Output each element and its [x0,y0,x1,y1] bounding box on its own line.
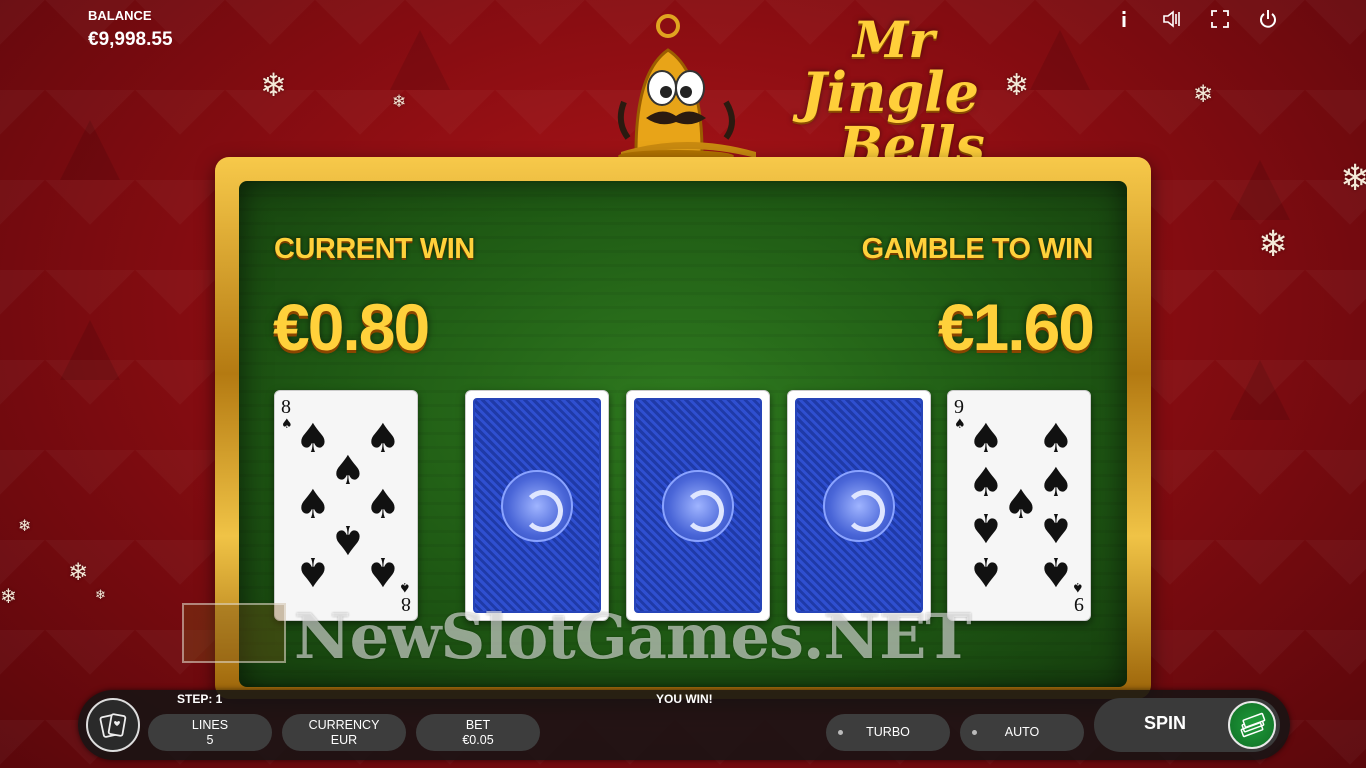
info-icon[interactable] [1110,7,1138,31]
toggle-indicator [838,730,843,735]
spade-icon: ♠ [330,448,366,494]
power-icon[interactable] [1254,7,1282,31]
current-win-label: CURRENT WIN [274,233,475,265]
card-back-pattern [795,398,923,613]
spade-icon: ♠ [1072,579,1084,594]
snowflake-icon: ❄ [18,516,32,535]
pick-card[interactable] [465,390,609,621]
bet-selector[interactable]: BET €0.05 [416,714,540,751]
balance-label: BALANCE [88,8,152,23]
snowflake-icon: ❄ [0,584,17,608]
turbo-toggle[interactable]: TURBO [826,714,950,751]
watermark-text: NewSlotGames.NET [182,600,1182,673]
status-message: YOU WIN! [656,692,713,706]
card-emblem-icon [501,469,573,542]
tree-decoration [1230,160,1290,220]
card-rank: 8 [281,396,291,418]
turbo-label: TURBO [866,725,910,739]
pick-card[interactable] [626,390,770,621]
card-emblem-icon [662,469,734,542]
spade-icon: ♠ [968,548,1004,594]
lines-selector[interactable]: LINES 5 [148,714,272,751]
spade-icon: ♠ [295,416,331,462]
lines-label: LINES [191,717,229,732]
auto-button[interactable]: AUTO [960,714,1084,751]
pick-card[interactable] [787,390,931,621]
card-back-pattern [634,398,762,613]
cash-stack-icon [1228,701,1276,749]
auto-label: AUTO [1004,725,1040,739]
cards-icon [99,713,127,738]
card-back-pattern [473,398,601,613]
spade-icon: ♠ [365,416,401,462]
watermark-label: NewSlotGames.NET [294,600,972,673]
snowflake-icon: ❄ [1004,68,1030,103]
dealer-card: 8 ♠ ♠ ♠ ♠ ♠ ♠ ♠ ♠ ♠ ♠ 8 [274,390,418,621]
sound-icon[interactable] [1158,7,1186,31]
snowflake-icon: ❄ [392,92,407,112]
gamble-cards-button[interactable] [86,698,140,752]
bet-label: BET [465,717,491,732]
tree-decoration [60,120,120,180]
spade-icon: ♠ [1038,504,1074,550]
top-toolbar [1110,7,1282,31]
spade-icon: ♠ [1038,548,1074,594]
spade-icon: ♠ [295,548,331,594]
spade-icon: ♠ [1038,416,1074,462]
fullscreen-icon[interactable] [1206,7,1234,31]
gamble-to-win-value: €1.60 [937,290,1095,364]
game-logo: Mr Jingle Bells [795,10,995,180]
tree-decoration [60,320,120,380]
spade-icon: ♠ [365,548,401,594]
spade-icon: ♠ [968,504,1004,550]
spade-icon: ♠ [1003,482,1039,528]
tree-decoration [1030,30,1090,90]
currency-label: CURRENCY [308,717,380,732]
spade-icon: ♠ [968,416,1004,462]
snowflake-icon: ❄ [260,66,287,104]
spade-icon: ♠ [295,482,331,528]
snowflake-icon: ❄ [68,558,89,586]
bet-value: €0.05 [462,732,494,747]
spade-icon: ♠ [1038,460,1074,506]
tree-decoration [1230,360,1290,420]
card-rank: 9 [954,396,964,418]
card-emblem-icon [823,469,895,542]
step-label: STEP: 1 [177,692,223,706]
current-win-value: €0.80 [273,290,430,364]
toggle-indicator [972,730,977,735]
spin-button[interactable]: SPIN [1094,698,1280,752]
snowflake-icon: ❄ [1258,224,1289,265]
tree-decoration [390,30,450,90]
currency-value: EUR [330,732,358,747]
bell-mascot-image [606,12,766,162]
picked-card: 9 ♠ ♠ ♠ ♠ ♠ ♠ ♠ ♠ ♠ ♠ ♠ 9 [947,390,1091,621]
gamble-to-win-label: GAMBLE TO WIN [861,233,1094,265]
spade-icon: ♠ [281,417,293,432]
spade-icon: ♠ [954,417,966,432]
balance-value: €9,998.55 [88,29,173,50]
snowflake-icon: ❄ [1193,80,1214,108]
snowflake-icon: ❄ [1340,158,1366,199]
spade-icon: ♠ [968,460,1004,506]
logo-line-jingle: Jingle [801,60,979,124]
currency-selector[interactable]: CURRENCY EUR [282,714,406,751]
spade-icon: ♠ [365,482,401,528]
snowflake-icon: ❄ [95,588,106,603]
spade-icon: ♠ [330,516,366,562]
spade-icon: ♠ [399,579,411,594]
lines-value: 5 [206,732,214,747]
spin-label: SPIN [1144,713,1187,733]
